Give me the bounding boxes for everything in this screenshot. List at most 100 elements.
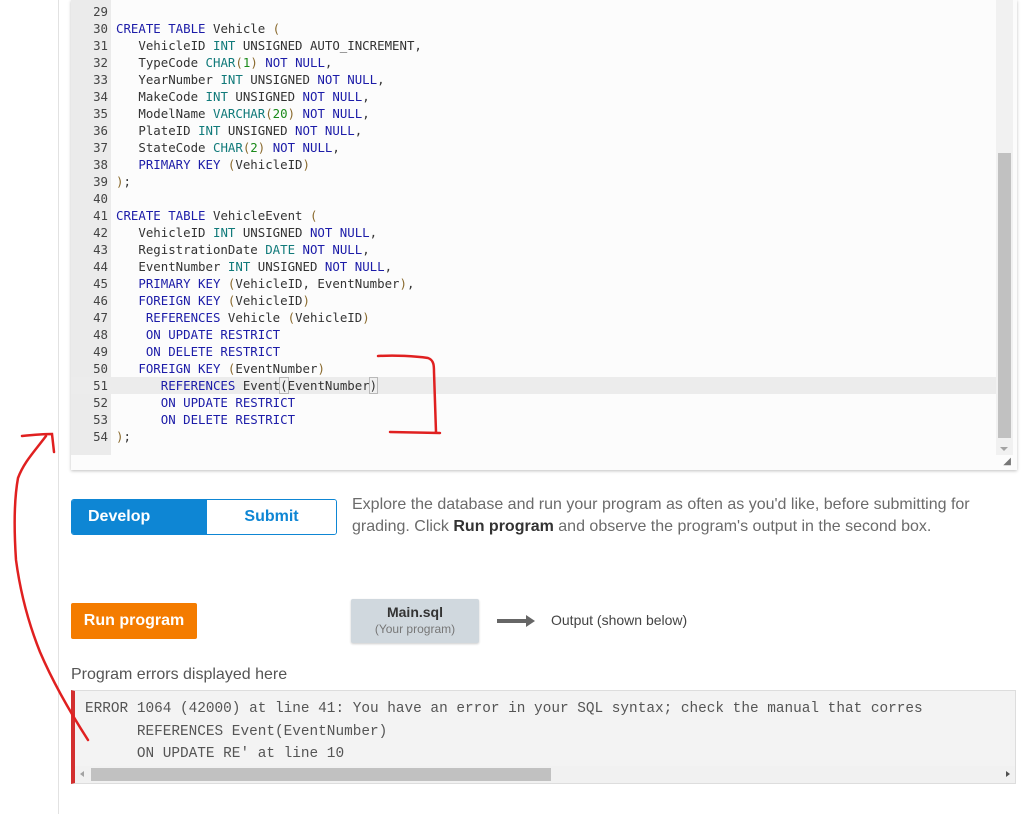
code-token: ) (317, 361, 325, 376)
line-number: 49 (93, 344, 108, 359)
code-token: VehicleID (116, 38, 213, 53)
code-line[interactable]: 42 VehicleID INT UNSIGNED NOT NULL, (71, 224, 1000, 241)
code-token: NOT NULL (309, 225, 370, 240)
code-token: TypeCode (116, 55, 206, 70)
code-line[interactable]: 41 CREATE TABLE VehicleEvent ( (71, 207, 1000, 224)
line-number: 41 (93, 208, 108, 223)
code-text: ON UPDATE RESTRICT (116, 326, 280, 343)
code-text: ); (116, 173, 131, 190)
code-token: ON UPDATE RESTRICT (116, 327, 281, 342)
code-token: EventNumber (235, 361, 318, 376)
mode-toggle: Develop mode Submit mode (71, 499, 337, 535)
code-line[interactable]: 45 PRIMARY KEY (VehicleID, EventNumber), (71, 275, 1000, 292)
line-number: 53 (93, 412, 108, 427)
code-text: RegistrationDate DATE NOT NULL, (116, 241, 369, 258)
code-line[interactable]: 38 PRIMARY KEY (VehicleID) (71, 156, 1000, 173)
code-token: INT (212, 38, 243, 53)
run-program-button[interactable]: Run program (71, 603, 197, 639)
line-number: 35 (93, 106, 108, 121)
code-token: ON DELETE RESTRICT (116, 344, 281, 359)
resize-handle-icon[interactable]: ◢ (1003, 456, 1011, 467)
code-token: 2 (250, 140, 258, 155)
code-line[interactable]: 43 RegistrationDate DATE NOT NULL, (71, 241, 1000, 258)
code-token: CHAR (212, 140, 243, 155)
scroll-down-arrow-icon[interactable] (1000, 447, 1008, 451)
develop-mode-button[interactable]: Develop mode (72, 500, 207, 534)
code-token: EventNumber (116, 259, 228, 274)
code-text: REFERENCES Event(EventNumber) (116, 377, 379, 394)
code-token: NOT NULL (295, 106, 363, 121)
code-token: PRIMARY KEY (116, 276, 228, 291)
code-line[interactable]: 52 ON UPDATE RESTRICT (71, 394, 1000, 411)
code-text: FOREIGN KEY (VehicleID) (116, 292, 310, 309)
line-number: 46 (93, 293, 108, 308)
code-text: VehicleID INT UNSIGNED NOT NULL, (116, 224, 377, 241)
code-token: ( (309, 208, 318, 223)
line-number: 54 (93, 429, 108, 444)
output-label: Output (shown below) (551, 612, 688, 628)
code-token: DATE (265, 242, 303, 257)
code-line[interactable]: 35 ModelName VARCHAR(20) NOT NULL, (71, 105, 1000, 122)
code-token: Vehicle (227, 310, 288, 325)
code-line[interactable]: 50 FOREIGN KEY (EventNumber) (71, 360, 1000, 377)
vertical-scrollbar[interactable] (996, 0, 1013, 455)
line-number: 30 (93, 21, 108, 36)
code-line[interactable]: 31 VehicleID INT UNSIGNED AUTO_INCREMENT… (71, 37, 1000, 54)
code-line[interactable]: 49 ON DELETE RESTRICT (71, 343, 1000, 360)
vertical-scrollbar-thumb[interactable] (998, 153, 1011, 438)
code-line[interactable]: 51 REFERENCES Event(EventNumber) (71, 377, 1000, 394)
horizontal-scrollbar[interactable] (75, 766, 1015, 783)
page-divider (58, 0, 59, 814)
errors-label: Program errors displayed here (71, 666, 288, 683)
line-number: 31 (93, 38, 108, 53)
code-line[interactable]: 40 (71, 190, 1000, 207)
code-line[interactable]: 34 MakeCode INT UNSIGNED NOT NULL, (71, 88, 1000, 105)
error-output-box[interactable]: ERROR 1064 (42000) at line 41: You have … (71, 690, 1016, 784)
submit-mode-button[interactable]: Submit mode (207, 500, 336, 534)
scroll-left-arrow-icon[interactable] (80, 771, 84, 777)
code-line[interactable]: 33 YearNumber INT UNSIGNED NOT NULL, (71, 71, 1000, 88)
code-line[interactable]: 44 EventNumber INT UNSIGNED NOT NULL, (71, 258, 1000, 275)
code-line[interactable]: 37 StateCode CHAR(2) NOT NULL, (71, 139, 1000, 156)
scroll-right-arrow-icon[interactable] (1006, 771, 1010, 777)
code-line[interactable]: 53 ON DELETE RESTRICT (71, 411, 1000, 428)
code-line[interactable]: 54); (71, 428, 1000, 445)
horizontal-scrollbar-thumb[interactable] (91, 768, 551, 781)
code-token: EventNumber (287, 378, 370, 393)
code-token: NOT NULL (257, 55, 325, 70)
code-token: CHAR (205, 55, 236, 70)
code-token: CREATE TABLE (116, 21, 213, 36)
code-token: Vehicle (212, 21, 273, 36)
code-token: RegistrationDate (116, 242, 266, 257)
code-token: INT (198, 123, 228, 138)
code-line[interactable]: 46 FOREIGN KEY (VehicleID) (71, 292, 1000, 309)
error-line: ERROR 1064 (42000) at line 41: You have … (85, 701, 923, 717)
code-line[interactable]: 36 PlateID INT UNSIGNED NOT NULL, (71, 122, 1000, 139)
code-token: 20 (272, 106, 288, 121)
code-line[interactable]: 29 (71, 3, 1000, 20)
line-number: 50 (93, 361, 108, 376)
code-line[interactable]: 47 REFERENCES Vehicle (VehicleID) (71, 309, 1000, 326)
annotation-arrowhead (20, 432, 56, 454)
code-line[interactable]: 48 ON UPDATE RESTRICT (71, 326, 1000, 343)
code-token: , (384, 259, 393, 274)
code-token: ) (302, 293, 310, 308)
code-token: UNSIGNED (235, 89, 303, 104)
code-token: , (377, 72, 385, 87)
line-number: 34 (93, 89, 108, 104)
code-token: PRIMARY KEY (116, 157, 228, 172)
code-line[interactable]: 32 TypeCode CHAR(1) NOT NULL, (71, 54, 1000, 71)
code-token: INT (205, 89, 236, 104)
code-line[interactable]: 30 CREATE TABLE Vehicle ( (71, 20, 1000, 37)
code-token: VehicleID, EventNumber (235, 276, 400, 291)
code-lines[interactable]: 29 30 CREATE TABLE Vehicle (31 VehicleID I… (71, 3, 1000, 445)
code-line[interactable]: 39); (71, 173, 1000, 190)
code-editor[interactable]: 29 30 CREATE TABLE Vehicle (31 VehicleID I… (71, 0, 1017, 470)
line-number: 45 (93, 276, 108, 291)
code-token: REFERENCES (116, 310, 228, 325)
code-text: ); (116, 428, 131, 445)
code-text: PRIMARY KEY (VehicleID) (116, 156, 310, 173)
code-token: UNSIGNED (250, 72, 318, 87)
code-token: UNSIGNED (257, 259, 325, 274)
code-token: ; (123, 174, 131, 189)
